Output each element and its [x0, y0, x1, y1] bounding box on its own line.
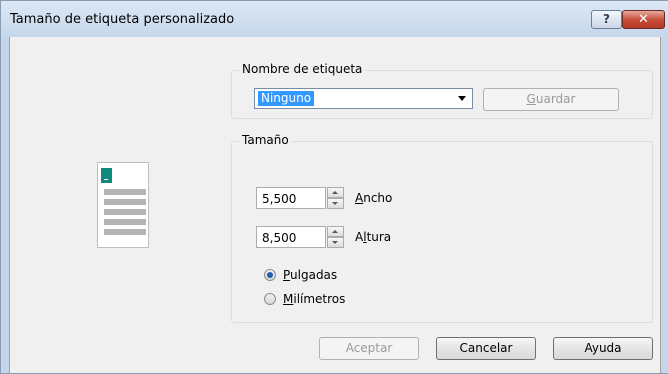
dialog-title: Tamaño de etiqueta personalizado: [10, 12, 235, 27]
width-increment-button[interactable]: [327, 187, 344, 198]
width-label: Ancho: [355, 191, 393, 205]
preview-line: [104, 219, 146, 225]
dropdown-arrow-icon[interactable]: [458, 96, 466, 101]
width-decrement-button[interactable]: [327, 198, 344, 209]
width-spinner: 5,500 Ancho: [256, 187, 392, 209]
width-input[interactable]: 5,500: [256, 187, 326, 209]
preview-accent-block: [101, 168, 112, 183]
arrow-up-icon: [332, 191, 338, 194]
help-button[interactable]: Ayuda: [553, 337, 653, 360]
height-input[interactable]: 8,500: [256, 226, 326, 248]
label-name-legend: Nombre de etiqueta: [239, 62, 366, 76]
save-button[interactable]: Guardar: [483, 88, 619, 111]
preview-line: [104, 229, 146, 235]
arrow-up-icon: [332, 230, 338, 233]
preview-line: [104, 189, 146, 195]
ok-button[interactable]: Aceptar: [319, 337, 419, 360]
height-increment-button[interactable]: [327, 226, 344, 237]
close-icon: ✕: [638, 12, 649, 27]
title-bar[interactable]: Tamaño de etiqueta personalizado ? ✕: [1, 1, 668, 39]
height-decrement-button[interactable]: [327, 237, 344, 248]
size-legend: Tamaño: [239, 133, 292, 147]
close-button[interactable]: ✕: [622, 10, 665, 29]
label-preview: [97, 162, 149, 248]
label-name-value: Ninguno: [258, 91, 315, 106]
height-spinner: 8,500 Altura: [256, 226, 391, 248]
help-icon-button[interactable]: ?: [591, 10, 622, 29]
preview-line: [104, 199, 146, 205]
radio-millimeters-button[interactable]: [264, 293, 276, 305]
radio-inches-label: Pulgadas: [283, 268, 338, 282]
radio-inches-button[interactable]: [264, 269, 276, 281]
cancel-button[interactable]: Cancelar: [436, 337, 536, 360]
height-label: Altura: [355, 230, 392, 244]
radio-millimeters-label: Milímetros: [283, 292, 346, 306]
preview-line: [104, 209, 146, 215]
arrow-down-icon: [332, 202, 338, 205]
label-name-combobox[interactable]: Ninguno: [254, 88, 473, 109]
question-mark-icon: ?: [603, 12, 610, 26]
arrow-down-icon: [332, 241, 338, 244]
